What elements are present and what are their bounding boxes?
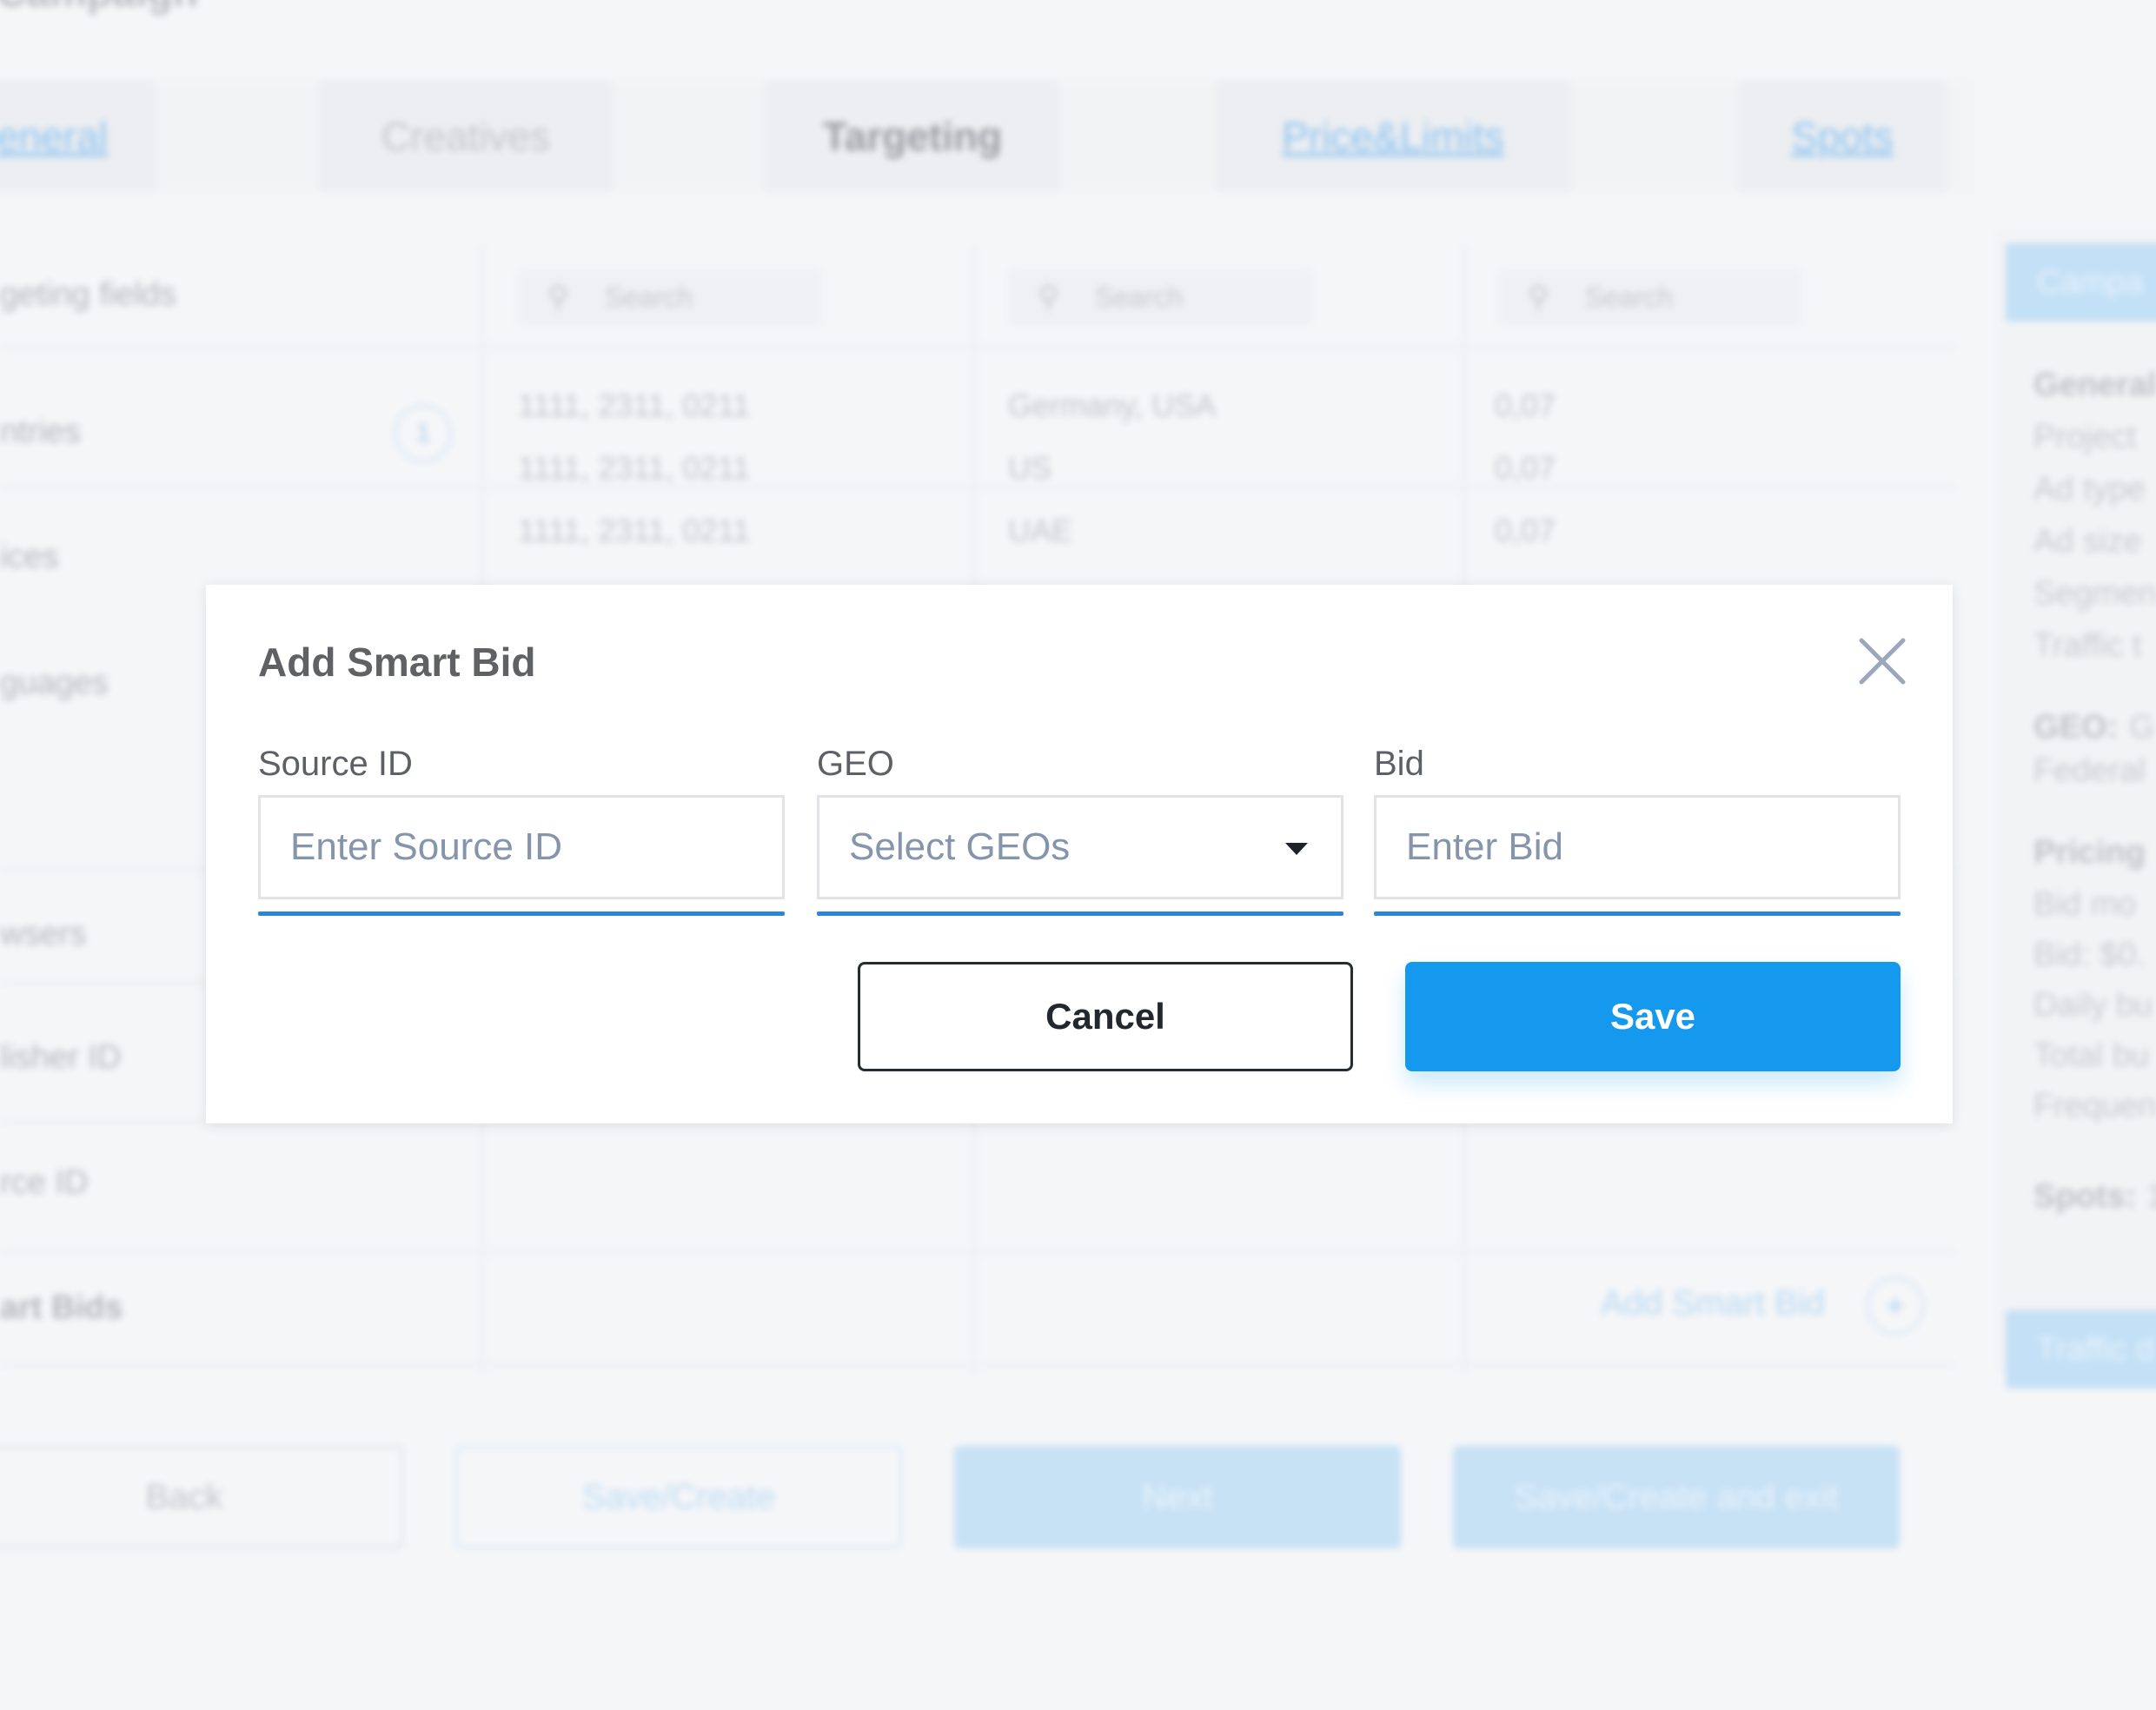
search-icon: ⚲ [1038,281,1059,314]
search-input[interactable]: ⚲ Search [518,269,822,325]
row-label-countries: ntries [0,414,81,450]
table-cell-bid: 0,07 [1495,450,1556,486]
save-create-button[interactable]: Save/Create [455,1446,902,1548]
summary-geo-line: Federal [2033,752,2146,789]
summary-line: Frequen [2033,1088,2156,1124]
summary-general-heading: General [2033,367,2156,403]
source-id-underline [258,911,785,916]
save-create-exit-button[interactable]: Save/Create and exit [1453,1446,1900,1548]
table-cell-bid: 0,07 [1495,513,1556,548]
row-label-browsers: wsers [0,916,87,952]
close-button[interactable] [1851,630,1914,693]
geo-underline [817,911,1343,916]
table-cell-source: 1111, 2311, 0211 [518,450,750,486]
divider [0,487,1955,488]
summary-line: Bid mo [2033,886,2137,923]
search-icon: ⚲ [547,281,569,314]
save-button[interactable]: Save [1405,962,1901,1071]
summary-geo-heading: GEO: [2033,709,2119,746]
row-label-devices: ices [0,539,59,575]
tab-general[interactable]: eneral [0,80,156,193]
count-badge: 1 [395,405,452,462]
source-id-input[interactable]: Enter Source ID [258,795,785,899]
divider [0,346,1955,348]
divider [0,1251,1955,1253]
summary-line: Bid: $0. [2033,937,2146,973]
summary-line: Total bu [2033,1037,2150,1074]
tab-targeting[interactable]: Targeting [765,80,1060,193]
summary-line: Project [2033,419,2137,455]
geo-label: GEO [817,745,894,783]
plus-icon[interactable]: + [1867,1277,1924,1335]
summary-line: Ad size [2033,523,2142,560]
back-button[interactable]: Back [0,1446,403,1548]
geo-select-value: Select GEOs [849,825,1071,868]
table-cell-geo: UAE [1008,513,1073,548]
tab-spots[interactable]: Spots [1738,80,1947,193]
dialog-title: Add Smart Bid [258,640,536,685]
summary-line: Traffic t [2033,627,2142,664]
chevron-down-icon [1285,843,1308,855]
bid-label: Bid [1374,745,1424,783]
search-icon: ⚲ [1528,281,1549,314]
summary-line: Segmen [2033,575,2156,612]
summary-geo-value: G [2129,709,2155,746]
tab-creatives[interactable]: Creatives [318,80,614,193]
add-smart-bid-dialog: Add Smart Bid Source ID Enter Source ID … [206,585,1953,1123]
search-input[interactable]: ⚲ Search [1498,269,1802,325]
summary-pricing-heading: Pricing [2033,834,2146,871]
table-cell-geo: US [1008,450,1052,486]
source-id-label: Source ID [258,745,413,783]
table-cell-bid: 0,07 [1495,388,1556,423]
row-label-languages: guages [0,665,109,701]
bid-underline [1374,911,1901,916]
page-title: te Campaign [0,0,198,17]
table-cell-source: 1111, 2311, 0211 [518,513,750,548]
row-label-source-id: rce ID [0,1164,89,1201]
page: te Campaign eneral Creatives Targeting P… [0,0,2156,1710]
summary-header: Campa [2006,243,2156,321]
summary-footer-header: Traffic d [2006,1310,2156,1389]
table-cell-source: 1111, 2311, 0211 [518,388,750,423]
row-label-targeting-fields: geting fields [0,276,176,313]
tab-price-limits[interactable]: Price&Limits [1215,80,1571,193]
close-icon [1859,638,1906,685]
geo-select[interactable]: Select GEOs [817,795,1343,899]
summary-line: Ad type [2033,471,2146,507]
cancel-button[interactable]: Cancel [858,962,1353,1071]
summary-line: Daily bu [2033,987,2153,1024]
table-cell-geo: Germany, USA [1008,388,1217,423]
next-button[interactable]: Next [954,1446,1401,1548]
summary-spots-heading: Spots: [2033,1178,2137,1215]
row-label-smart-bids: art Bids [0,1289,123,1326]
summary-spots-value: 1 [2146,1178,2156,1215]
divider [0,1364,1955,1366]
add-smart-bid-link[interactable]: Add Smart Bid [1601,1284,1825,1323]
search-input[interactable]: ⚲ Search [1008,269,1312,325]
row-label-publisher-id: lisher ID [0,1039,122,1076]
bid-input[interactable]: Enter Bid [1374,795,1901,899]
